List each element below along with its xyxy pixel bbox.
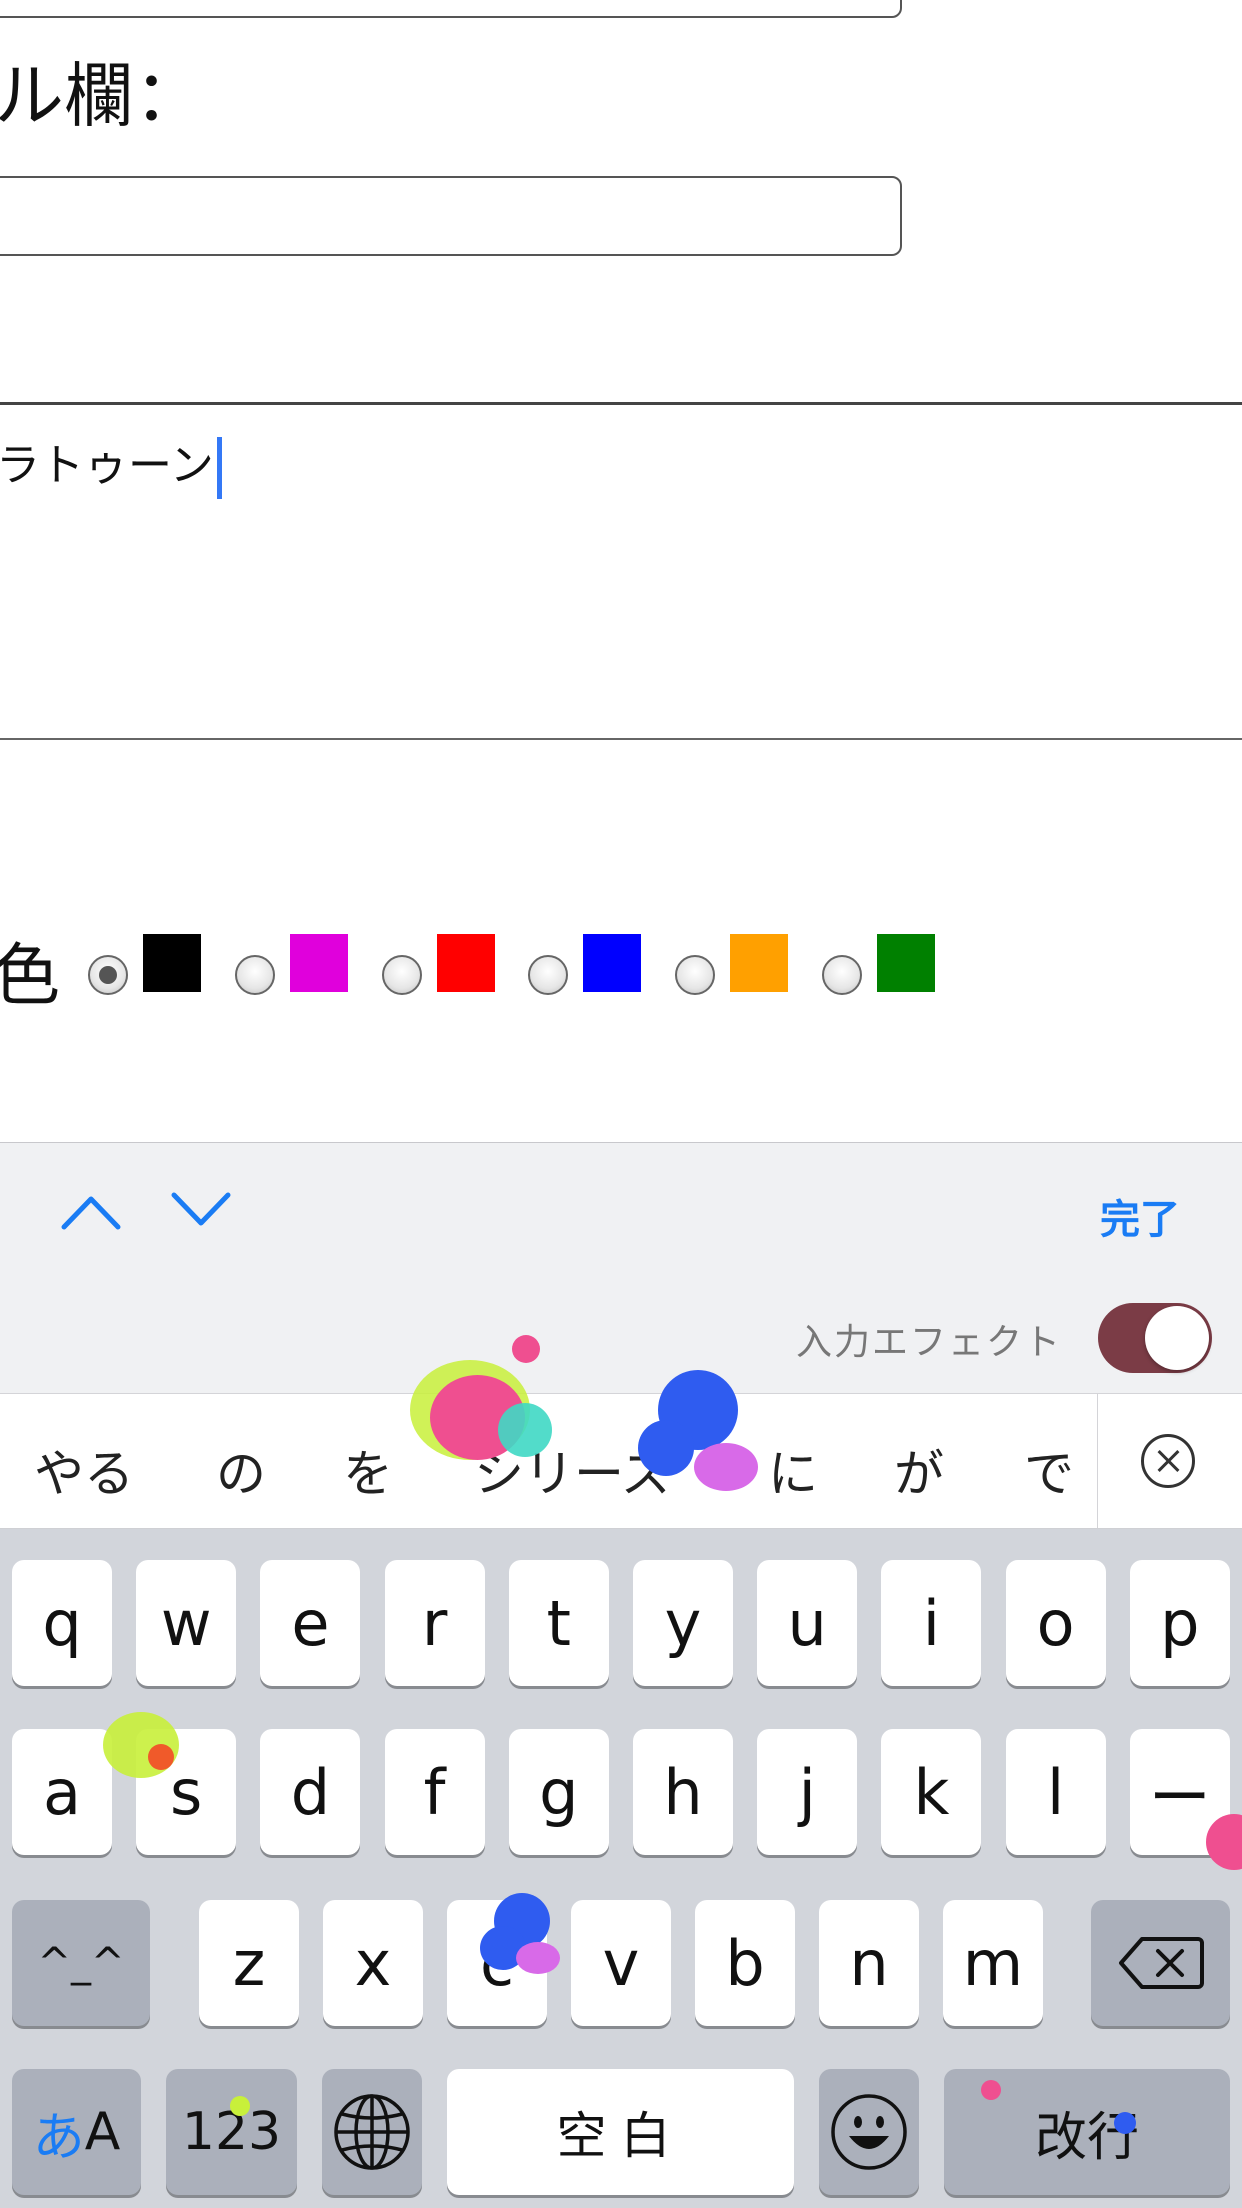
alpha-label: A	[84, 2102, 121, 2162]
keyboard-accessory-bar: 完了	[0, 1142, 1242, 1278]
close-circle-icon[interactable]	[1141, 1434, 1195, 1488]
key-3[interactable]: v	[571, 1900, 671, 2026]
key-1[interactable]: x	[323, 1900, 423, 2026]
textarea-text: ラトゥーン	[0, 440, 214, 491]
chevron-down-icon[interactable]	[170, 1191, 232, 1231]
key-6[interactable]: u	[757, 1560, 858, 1686]
color-swatch	[143, 934, 201, 992]
chevron-up-icon[interactable]	[60, 1191, 122, 1231]
emoji-icon	[831, 2094, 907, 2170]
field-label-top: ル欄：	[0, 55, 204, 137]
candidate-item[interactable]: が	[894, 1434, 944, 1506]
color-radio[interactable]	[235, 955, 275, 995]
splatter-decoration	[516, 1942, 560, 1974]
color-radio[interactable]	[822, 955, 862, 995]
splatter-decoration	[148, 1744, 174, 1770]
key-5[interactable]: n	[819, 1900, 919, 2026]
key-2[interactable]: e	[260, 1560, 361, 1686]
splatter-decoration	[694, 1443, 758, 1491]
form-input-mid[interactable]	[0, 176, 902, 256]
key-5[interactable]: y	[633, 1560, 733, 1686]
color-swatch	[290, 934, 348, 992]
key-8[interactable]: l	[1005, 1729, 1106, 1855]
key-3[interactable]: r	[384, 1560, 485, 1686]
color-swatch	[583, 934, 641, 992]
space-key-label: 空白	[556, 2107, 685, 2165]
candidate-item[interactable]: やる	[34, 1434, 134, 1506]
emoji-key[interactable]	[819, 2069, 919, 2195]
splatter-decoration	[498, 1403, 552, 1457]
input-effect-toggle[interactable]	[1098, 1303, 1212, 1373]
message-textarea[interactable]: ラトゥーン	[0, 402, 1242, 740]
kana-label: あ	[32, 2107, 85, 2168]
kana-toggle-key[interactable]: あA	[12, 2069, 141, 2195]
candidate-item[interactable]: で	[1024, 1434, 1074, 1506]
color-swatch	[877, 934, 935, 992]
emoticon-key[interactable]: ^_^	[12, 1900, 150, 2026]
key-5[interactable]: h	[633, 1729, 733, 1855]
form-input-top[interactable]	[0, 0, 902, 18]
key-0[interactable]: z	[199, 1900, 299, 2026]
text-caret	[216, 437, 222, 499]
splatter-decoration	[230, 2096, 250, 2116]
backspace-icon	[1118, 1937, 1204, 1989]
candidate-item[interactable]: の	[216, 1434, 266, 1506]
key-4[interactable]: g	[508, 1729, 609, 1855]
splatter-decoration	[512, 1335, 540, 1363]
color-radio[interactable]	[675, 955, 715, 995]
candidate-bar: やる の を シリーズ に が で	[0, 1394, 1242, 1529]
number-key[interactable]: 123	[166, 2069, 297, 2195]
splatter-decoration	[638, 1420, 694, 1476]
candidate-item[interactable]: に	[768, 1434, 818, 1506]
emoticon-key-label: ^_^	[37, 1940, 125, 1986]
key-4[interactable]: t	[508, 1560, 609, 1686]
key-9[interactable]: p	[1129, 1560, 1230, 1686]
key-2[interactable]: d	[260, 1729, 361, 1855]
key-0[interactable]: a	[12, 1729, 112, 1855]
key-6[interactable]: j	[757, 1729, 858, 1855]
key-8[interactable]: o	[1005, 1560, 1106, 1686]
globe-icon	[334, 2094, 410, 2170]
color-radio[interactable]	[382, 955, 422, 995]
key-7[interactable]: i	[881, 1560, 982, 1686]
splatter-decoration	[981, 2080, 1001, 2100]
key-4[interactable]: b	[695, 1900, 795, 2026]
color-swatch	[730, 934, 788, 992]
space-key[interactable]: 空白	[447, 2069, 794, 2195]
key-1[interactable]: w	[136, 1560, 237, 1686]
color-label: 色	[0, 937, 61, 1016]
input-effect-bar: 入力エフェクト	[0, 1277, 1242, 1394]
key-6[interactable]: m	[943, 1900, 1043, 2026]
input-effect-label: 入力エフェクト	[795, 1322, 1062, 1363]
color-radio[interactable]	[88, 955, 128, 995]
key-7[interactable]: k	[881, 1729, 982, 1855]
color-swatch	[437, 934, 495, 992]
textarea-value: ラトゥーン	[0, 429, 222, 499]
done-button[interactable]: 完了	[1100, 1187, 1180, 1245]
key-3[interactable]: f	[384, 1729, 485, 1855]
candidate-item[interactable]: を	[343, 1434, 393, 1506]
key-0[interactable]: q	[12, 1560, 112, 1686]
color-radio[interactable]	[528, 955, 568, 995]
toggle-knob	[1145, 1306, 1209, 1370]
candidate-divider	[1097, 1394, 1098, 1528]
backspace-key[interactable]	[1091, 1900, 1230, 2026]
globe-key[interactable]	[322, 2069, 422, 2195]
keyboard: qwertyuiop asdfghjklー zxcvbnm ^_^ あA 123…	[0, 1529, 1242, 2208]
splatter-decoration	[1114, 2112, 1136, 2134]
field-label-mid: ：	[0, 288, 40, 375]
